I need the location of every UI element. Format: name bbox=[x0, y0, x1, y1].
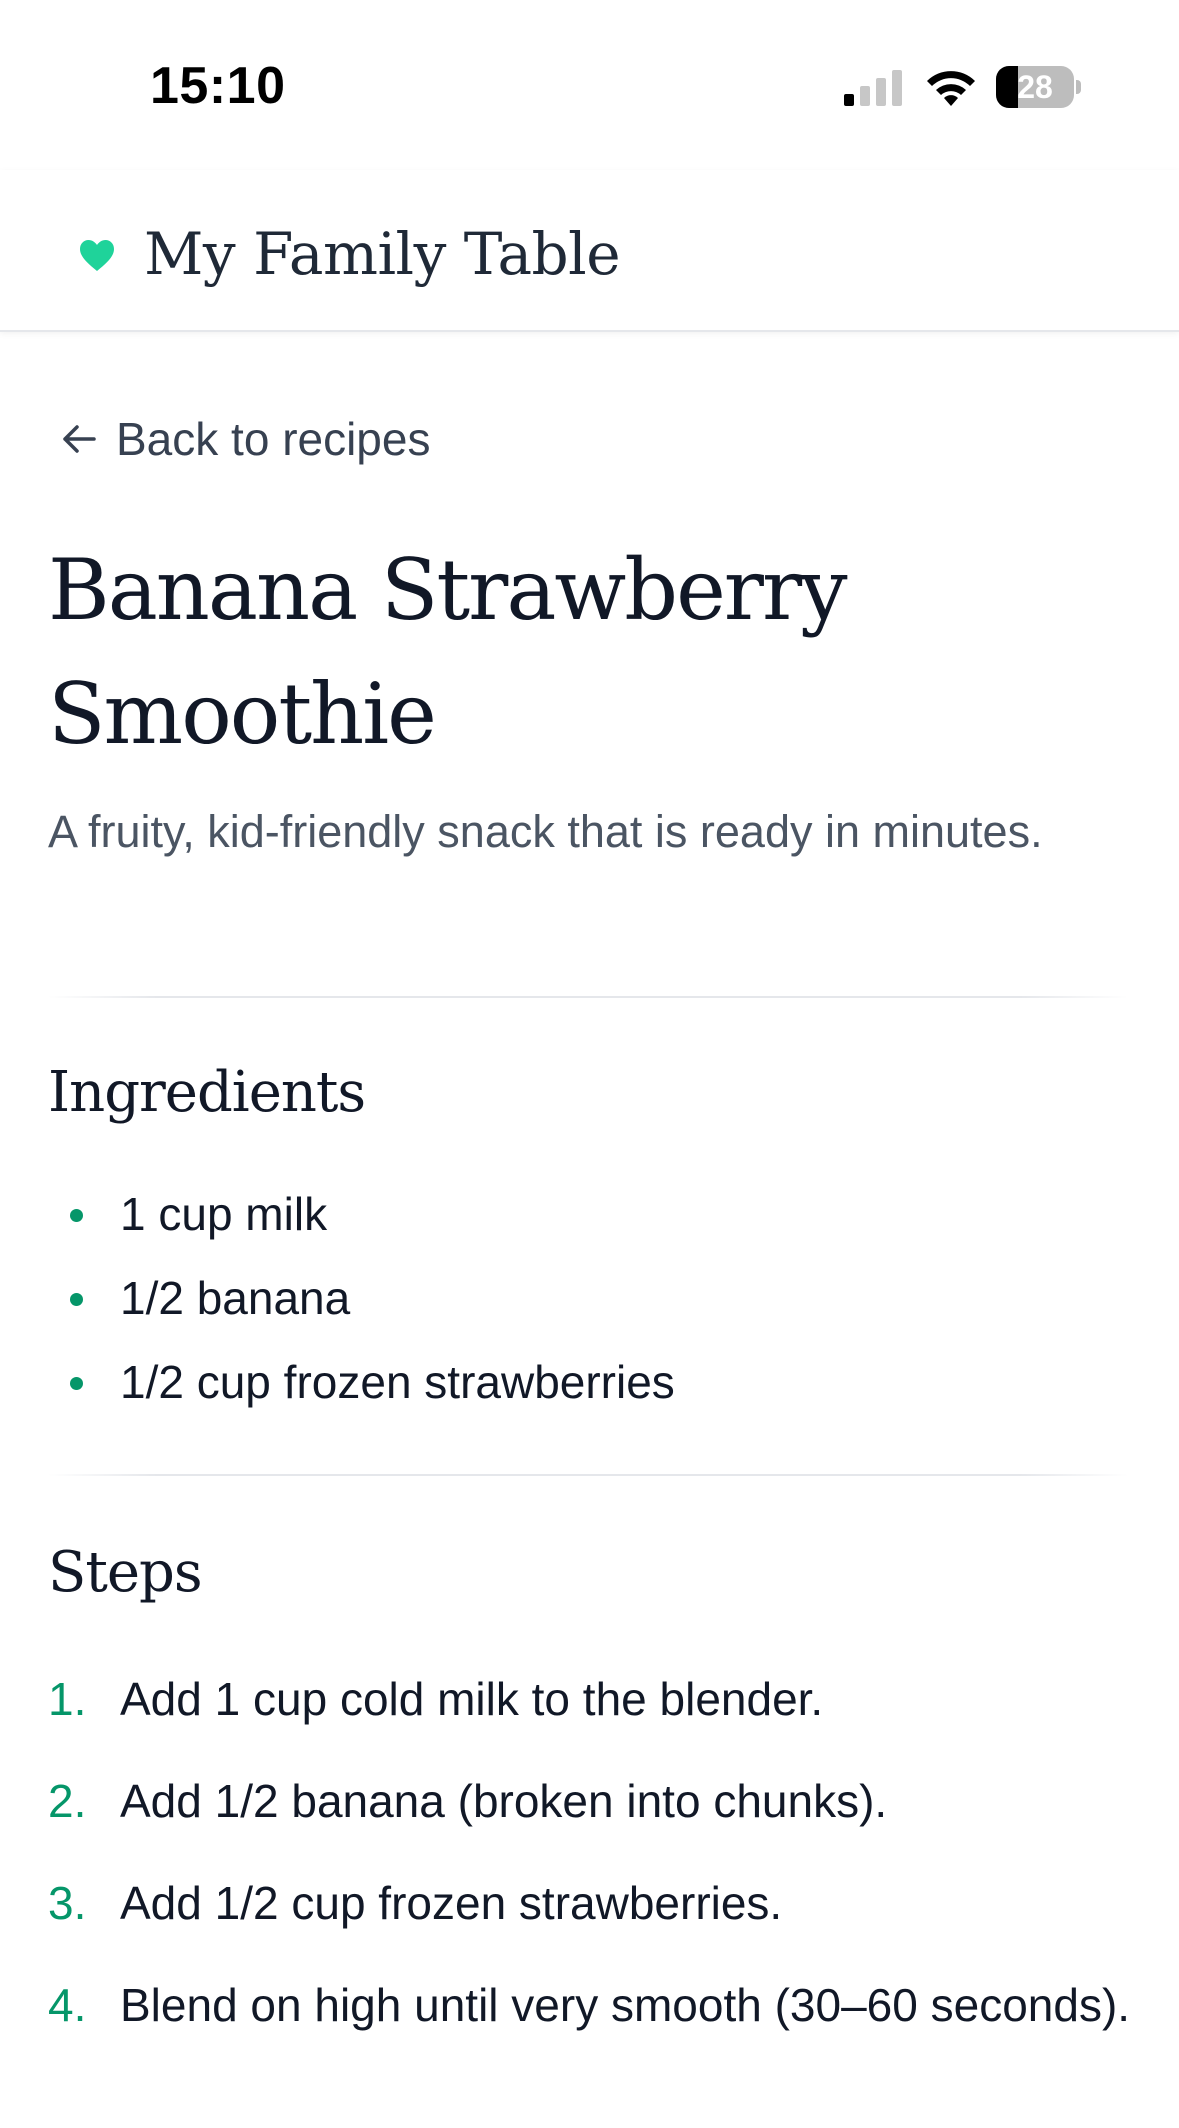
step-text: Blend on high until very smooth (30–60 s… bbox=[120, 1979, 1131, 2031]
step-number: 4. bbox=[48, 1979, 87, 2031]
bullet-icon bbox=[70, 1209, 83, 1222]
steps-list: 1. Add 1 cup cold milk to the blender. 2. A… bbox=[48, 1660, 1138, 2068]
status-time: 15:10 bbox=[150, 57, 286, 115]
ingredient-text: 1 cup milk bbox=[120, 1188, 328, 1240]
section-divider bbox=[48, 996, 1128, 998]
ingredient-text: 1/2 cup frozen strawberries bbox=[120, 1356, 675, 1408]
battery-tip bbox=[1076, 80, 1081, 94]
step-item: 2. Add 1/2 banana (broken into chunks). bbox=[48, 1762, 1138, 1840]
arrow-left-icon bbox=[63, 425, 96, 453]
bullet-icon bbox=[70, 1293, 83, 1306]
wifi-icon bbox=[927, 71, 975, 106]
ingredient-item: 1/2 cup frozen strawberries bbox=[48, 1346, 675, 1430]
recipe-description: A fruity, kid-friendly snack that is rea… bbox=[48, 806, 1043, 857]
heart-icon bbox=[80, 240, 114, 271]
ingredients-list: 1 cup milk 1/2 banana 1/2 cup frozen straw… bbox=[48, 1178, 675, 1430]
status-bar: 15:10 28 bbox=[0, 0, 1179, 170]
battery-body: 28 bbox=[996, 66, 1074, 108]
step-item: 1. Add 1 cup cold milk to the blender. bbox=[48, 1660, 1138, 1738]
section-divider bbox=[48, 1474, 1128, 1476]
ingredients-heading: Ingredients bbox=[48, 1060, 366, 1125]
back-link-label: Back to recipes bbox=[116, 413, 431, 465]
bullet-icon bbox=[70, 1377, 83, 1390]
step-number: 3. bbox=[48, 1877, 87, 1929]
ingredient-item: 1 cup milk bbox=[48, 1178, 675, 1262]
back-to-recipes-link[interactable]: Back to recipes bbox=[60, 412, 430, 466]
step-item: 3. Add 1/2 cup frozen strawberries. bbox=[48, 1864, 1138, 1942]
ingredient-text: 1/2 banana bbox=[120, 1272, 351, 1324]
battery-level: 28 bbox=[1017, 69, 1053, 105]
step-item: 4. Blend on high until very smooth (30–60… bbox=[48, 1966, 1138, 2044]
step-text: Add 1 cup cold milk to the blender. bbox=[120, 1673, 824, 1725]
battery-indicator: 28 bbox=[996, 66, 1082, 108]
recipe-title: Banana Strawberry Smoothie bbox=[48, 541, 848, 763]
step-text: Add 1/2 banana (broken into chunks). bbox=[120, 1775, 888, 1827]
cellular-signal-icon bbox=[844, 70, 902, 106]
step-text: Add 1/2 cup frozen strawberries. bbox=[120, 1877, 783, 1929]
ingredient-item: 1/2 banana bbox=[48, 1262, 675, 1346]
app-header: My Family Table bbox=[0, 170, 1179, 332]
app-title[interactable]: My Family Table bbox=[144, 220, 621, 288]
step-number: 2. bbox=[48, 1775, 87, 1827]
steps-heading: Steps bbox=[48, 1540, 203, 1605]
step-number: 1. bbox=[48, 1673, 87, 1725]
